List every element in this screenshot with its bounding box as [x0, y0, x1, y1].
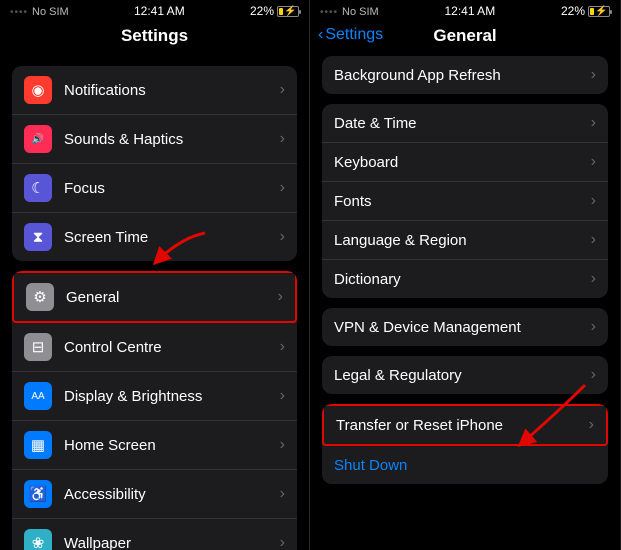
general-screen: ••••No SIM 12:41 AM 22% ⚡ ‹ Settings Gen…: [310, 0, 620, 550]
chevron-right-icon: ›: [591, 192, 596, 210]
screentime-icon: ⧗: [24, 223, 52, 251]
chevron-right-icon: ›: [591, 231, 596, 249]
row-focus[interactable]: ☾ Focus›: [12, 164, 297, 213]
row-bg-refresh[interactable]: Background App Refresh›: [322, 56, 608, 94]
chevron-right-icon: ›: [591, 153, 596, 171]
row-label: Date & Time: [334, 115, 591, 132]
row-label: Fonts: [334, 193, 591, 210]
sim-status: No SIM: [32, 6, 69, 18]
row-label: Language & Region: [334, 232, 591, 249]
general-group-vpn: VPN & Device Management›: [322, 308, 608, 346]
display-icon: AA: [24, 382, 52, 410]
row-label: Accessibility: [64, 486, 280, 503]
clock: 12:41 AM: [444, 4, 495, 18]
row-label: VPN & Device Management: [334, 319, 591, 336]
sim-status: No SIM: [342, 6, 379, 18]
row-label: Display & Brightness: [64, 388, 280, 405]
chevron-right-icon: ›: [280, 534, 285, 550]
control-centre-icon: ⊟: [24, 333, 52, 361]
row-label: Sounds & Haptics: [64, 131, 280, 148]
navbar: Settings: [0, 20, 309, 56]
chevron-left-icon: ‹: [318, 26, 323, 44]
row-label: Home Screen: [64, 437, 280, 454]
row-legal[interactable]: Legal & Regulatory›: [322, 356, 608, 394]
chevron-right-icon: ›: [591, 66, 596, 84]
sounds-icon: 🔊: [24, 125, 52, 153]
notifications-icon: ◉: [24, 76, 52, 104]
row-label: Focus: [64, 180, 280, 197]
row-fonts[interactable]: Fonts›: [322, 182, 608, 221]
settings-group-general: ⚙General›⊟Control Centre›AADisplay & Bri…: [12, 271, 297, 550]
general-group-datetime: Date & Time›Keyboard›Fonts›Language & Re…: [322, 104, 608, 298]
battery-pct: 22%: [250, 4, 274, 18]
row-label: Shut Down: [334, 457, 596, 474]
chevron-right-icon: ›: [280, 436, 285, 454]
chevron-right-icon: ›: [280, 485, 285, 503]
battery-pct: 22%: [561, 4, 585, 18]
row-label: Wallpaper: [64, 535, 280, 550]
focus-icon: ☾: [24, 174, 52, 202]
row-vpn[interactable]: VPN & Device Management›: [322, 308, 608, 346]
general-group-reset: Transfer or Reset iPhone› Shut Down: [322, 404, 608, 484]
row-shutdown[interactable]: Shut Down: [322, 446, 608, 484]
row-label: Legal & Regulatory: [334, 367, 591, 384]
row-home-screen[interactable]: ▦ Home Screen›: [12, 421, 297, 470]
row-screentime[interactable]: ⧗ Screen Time›: [12, 213, 297, 261]
navbar: ‹ Settings General: [310, 20, 620, 56]
chevron-right-icon: ›: [280, 228, 285, 246]
status-bar: ••••No SIM 12:41 AM 22% ⚡: [0, 0, 309, 20]
row-language[interactable]: Language & Region›: [322, 221, 608, 260]
chevron-right-icon: ›: [591, 366, 596, 384]
chevron-right-icon: ›: [280, 130, 285, 148]
chevron-right-icon: ›: [278, 288, 283, 306]
settings-screen: ••••No SIM 12:41 AM 22% ⚡ Settings ◉ Noti…: [0, 0, 310, 550]
chevron-right-icon: ›: [591, 270, 596, 288]
row-label: Screen Time: [64, 229, 280, 246]
status-bar: ••••No SIM 12:41 AM 22% ⚡: [310, 0, 620, 20]
row-transfer-reset[interactable]: Transfer or Reset iPhone›: [322, 404, 608, 446]
back-label: Settings: [325, 26, 383, 44]
chevron-right-icon: ›: [591, 114, 596, 132]
general-group-legal: Legal & Regulatory›: [322, 356, 608, 394]
row-label: Control Centre: [64, 339, 280, 356]
chevron-right-icon: ›: [280, 338, 285, 356]
home-screen-icon: ▦: [24, 431, 52, 459]
accessibility-icon: ♿: [24, 480, 52, 508]
settings-group-notifications: ◉Notifications›🔊Sounds & Haptics›☾Focus›…: [12, 66, 297, 261]
wallpaper-icon: ❀: [24, 529, 52, 550]
row-label: Transfer or Reset iPhone: [336, 417, 589, 434]
chevron-right-icon: ›: [280, 81, 285, 99]
battery-icon: ⚡: [277, 6, 299, 17]
row-keyboard[interactable]: Keyboard›: [322, 143, 608, 182]
row-notifications[interactable]: ◉ Notifications›: [12, 66, 297, 115]
row-sounds[interactable]: 🔊 Sounds & Haptics›: [12, 115, 297, 164]
chevron-right-icon: ›: [280, 179, 285, 197]
row-wallpaper[interactable]: ❀ Wallpaper›: [12, 519, 297, 550]
row-display[interactable]: AA Display & Brightness›: [12, 372, 297, 421]
back-button[interactable]: ‹ Settings: [318, 26, 383, 44]
row-general[interactable]: ⚙ General›: [12, 271, 297, 323]
general-group-bg: Background App Refresh›: [322, 56, 608, 94]
row-label: Notifications: [64, 82, 280, 99]
row-label: Keyboard: [334, 154, 591, 171]
chevron-right-icon: ›: [280, 387, 285, 405]
page-title: Settings: [0, 26, 309, 46]
row-accessibility[interactable]: ♿ Accessibility›: [12, 470, 297, 519]
clock: 12:41 AM: [134, 4, 185, 18]
general-icon: ⚙: [26, 283, 54, 311]
row-label: Background App Refresh: [334, 67, 591, 84]
row-label: General: [66, 289, 278, 306]
chevron-right-icon: ›: [591, 318, 596, 336]
row-dictionary[interactable]: Dictionary›: [322, 260, 608, 298]
row-label: Dictionary: [334, 271, 591, 288]
battery-icon: ⚡: [588, 6, 610, 17]
chevron-right-icon: ›: [589, 416, 594, 434]
row-date-time[interactable]: Date & Time›: [322, 104, 608, 143]
row-control-centre[interactable]: ⊟ Control Centre›: [12, 323, 297, 372]
